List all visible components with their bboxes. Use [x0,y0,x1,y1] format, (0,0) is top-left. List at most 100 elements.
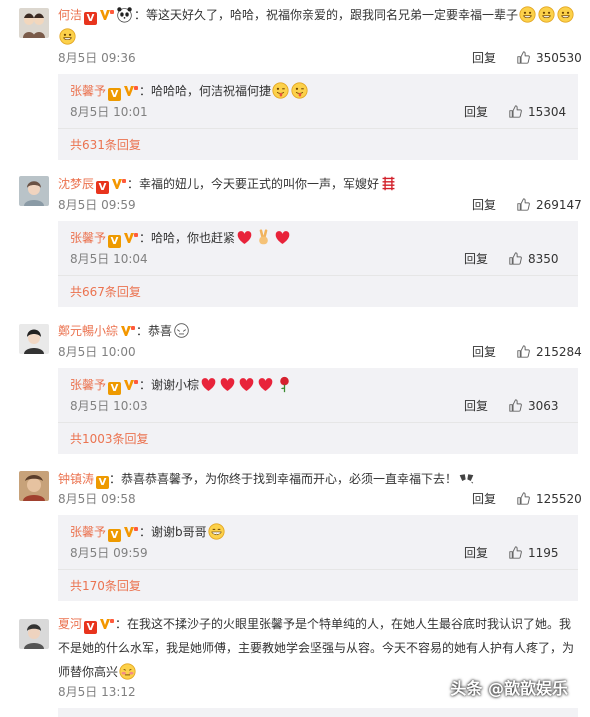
like-button[interactable]: 125520 [517,491,582,507]
username[interactable]: 钟镇涛 [58,472,94,486]
divider [58,569,578,570]
shy-emoji-icon [119,663,136,680]
comment-text: 不是她的什么水军，我是她师傅，主要教她学会坚强与从容。今天不容易的她有人护有人疼… [58,641,575,655]
reply-button[interactable]: 回复 [464,545,488,561]
reply-button[interactable]: 回复 [472,344,496,360]
reply-meta: 8月5日 10:01 回复 15304 [70,104,578,120]
vip-badge-icon [120,324,136,337]
divider [58,422,578,423]
reply-box: 张馨予 V ：哈哈哈，何洁祝福何捷 8月5日 10:01 回复 15304 共631… [58,74,578,160]
reply-line: 张馨予 V ：哈哈，你也赶紧 [70,229,292,248]
smile-emoji-icon [538,6,555,23]
verified-v-icon: V [96,181,110,194]
reply-time: 8月5日 09:59 [70,546,148,560]
heart-emoji-icon [257,376,274,393]
reply-button[interactable]: 回复 [472,197,496,213]
more-replies-link[interactable]: 共631条回复 [70,137,141,153]
username[interactable]: 张馨予 [70,84,106,98]
like-button[interactable]: 3063 [509,398,559,414]
smile-emoji-icon [519,6,536,23]
reply-button[interactable]: 回复 [464,251,488,267]
vip-badge-icon [123,525,139,538]
smile-emoji-icon [557,6,574,23]
verified-v-icon: V [108,382,122,395]
like-button[interactable]: 1195 [509,545,559,561]
like-button[interactable]: 269147 [517,197,582,213]
reply-box: 张馨予 V ：谢谢小棕 8月5日 10:03 回复 3063 共1003条回复 [58,368,578,454]
vip-badge-icon [111,177,127,190]
username[interactable]: 鄭元暢小綜 [58,324,118,338]
like-count: 215284 [536,345,582,359]
comment-time: 8月5日 09:58 [58,492,136,506]
heart-emoji-icon [200,376,217,393]
like-count: 3063 [528,399,559,413]
avatar[interactable] [19,619,49,649]
reply-button[interactable]: 回复 [464,398,488,414]
username[interactable]: 张馨予 [70,231,106,245]
thumb-up-icon [517,198,530,211]
reply-text: ：谢谢b哥哥 [139,525,207,539]
comment-text: ：等这天好久了，哈哈，祝福你亲爱的，跟我同名兄弟一定要幸福一辈子 [134,8,519,22]
verified-v-icon: V [108,529,122,542]
reply-time: 8月5日 10:04 [70,252,148,266]
reply-button[interactable]: 回复 [472,491,496,507]
comment-time: 8月5日 13:12 [58,685,136,699]
like-button[interactable]: 350530 [517,50,582,66]
divider [58,275,578,276]
tongue-emoji-icon [272,82,289,99]
vip-badge-icon [123,378,139,391]
like-button[interactable]: 15304 [509,104,566,120]
double-happiness-emoji-icon [380,175,397,192]
thumb-up-icon [509,105,522,118]
comment-text: 师替你高兴 [58,665,119,679]
reply-box: 张馨予 V ：哈哈，你也赶紧 8月5日 10:04 回复 8350 共667条回复 [58,221,578,307]
comment-line: 鄭元暢小綜 ：恭喜 [58,322,191,339]
avatar[interactable] [19,176,49,206]
username[interactable]: 张馨予 [70,378,106,392]
comment-line-wrap [58,28,77,45]
username[interactable]: 沈梦辰 [58,177,94,191]
comment-meta: 8月5日 09:36 回复 350530 [58,50,582,66]
rose-emoji-icon [276,376,293,393]
reply-text: ：哈哈，你也赶紧 [139,231,236,245]
comment-text: ：恭喜恭喜馨予，为你终于找到幸福而开心，必须一直幸福下去！ [109,472,458,486]
vip-badge-icon [123,231,139,244]
bow-emoji-icon [173,322,190,339]
avatar[interactable] [19,8,49,38]
avatar[interactable] [19,324,49,354]
comment-line: 何洁 V ：等这天好久了，哈哈，祝福你亲爱的，跟我同名兄弟一定要幸福一辈子 [58,6,575,25]
heart-emoji-icon [238,376,255,393]
watermark: 头条 @歆歆娱乐 [450,679,568,698]
verified-v-icon: V [84,12,98,25]
reply-button[interactable]: 回复 [472,50,496,66]
vip-badge-icon [123,84,139,97]
heart-emoji-icon [236,229,253,246]
victory-hand-emoji-icon [255,229,272,246]
username[interactable]: 夏河 [58,617,82,631]
more-replies-link[interactable]: 共170条回复 [70,578,141,594]
reply-box [58,708,578,717]
comment-time: 8月5日 10:00 [58,345,136,359]
comment-text: ：恭喜 [136,324,173,338]
thumb-up-icon [517,345,530,358]
avatar[interactable] [19,471,49,501]
comment-meta: 8月5日 09:58 回复 125520 [58,491,582,507]
username[interactable]: 张馨予 [70,525,106,539]
more-replies-link[interactable]: 共667条回复 [70,284,141,300]
reply-button[interactable]: 回复 [464,104,488,120]
like-button[interactable]: 215284 [517,344,582,360]
comment-line: 沈梦辰 V ：幸福的妞儿，今天要正式的叫你一声，军嫂好 [58,175,398,194]
thumb-up-icon [509,546,522,559]
reply-line: 张馨予 V ：谢谢b哥哥 [70,523,226,542]
reply-box: 张馨予 V ：谢谢b哥哥 8月5日 09:59 回复 1195 共170条回复 [58,515,578,601]
reply-time: 8月5日 10:01 [70,105,148,119]
panda-emoji-icon [116,6,133,23]
more-replies-link[interactable]: 共1003条回复 [70,431,149,447]
like-button[interactable]: 8350 [509,251,559,267]
like-count: 125520 [536,492,582,506]
like-count: 269147 [536,198,582,212]
username[interactable]: 何洁 [58,8,82,22]
tongue-emoji-icon [291,82,308,99]
heart-emoji-icon [274,229,291,246]
comment-line: 钟镇涛 V ：恭喜恭喜馨予，为你终于找到幸福而开心，必须一直幸福下去！ [58,470,476,489]
